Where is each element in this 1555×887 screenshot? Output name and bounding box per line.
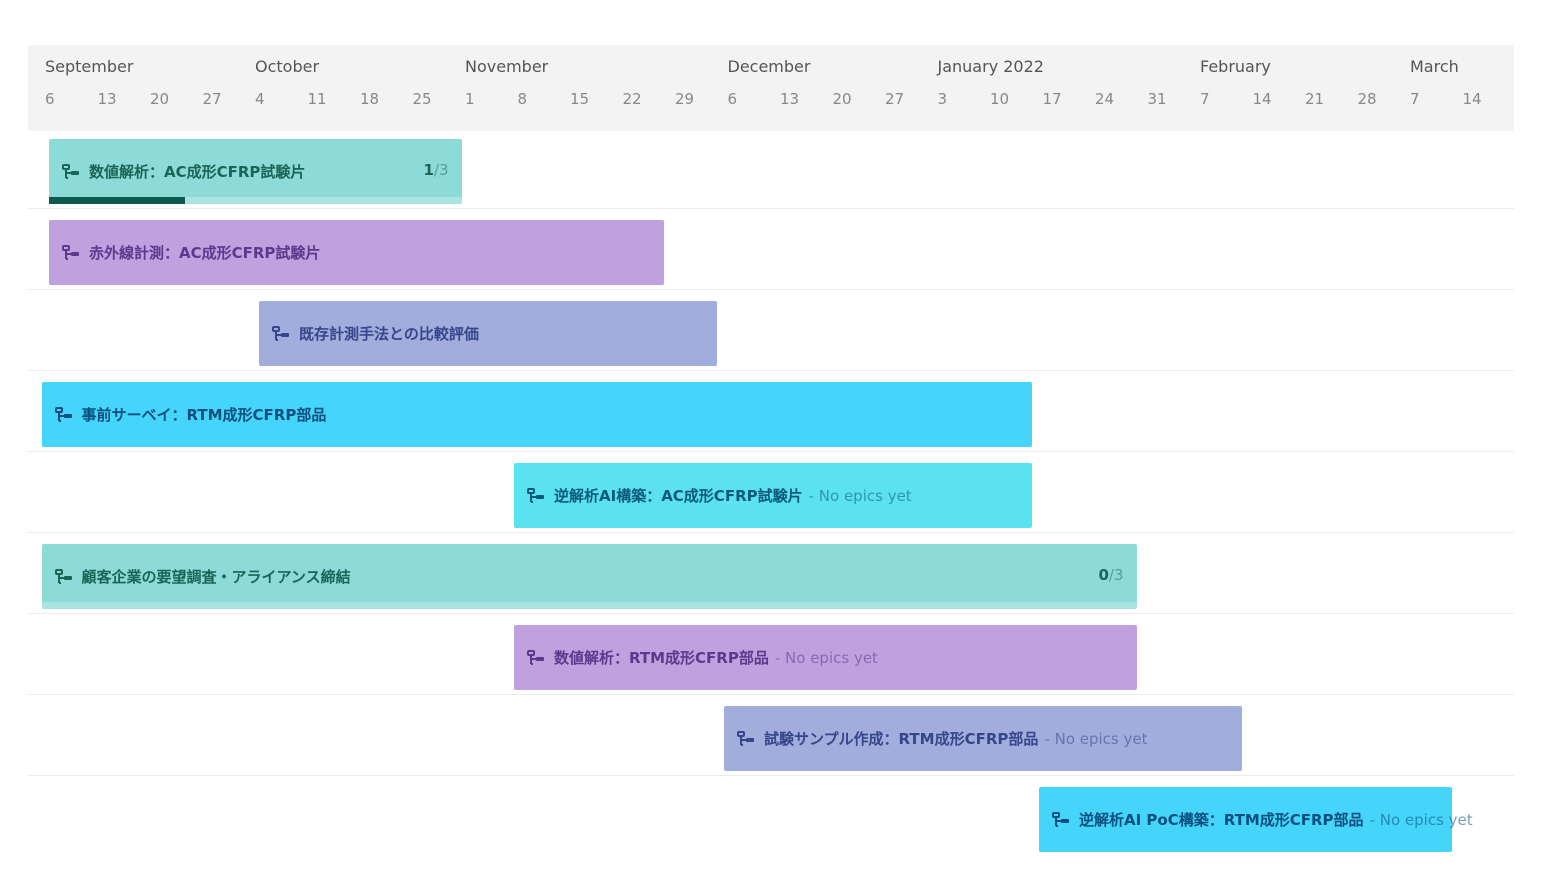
week-tick: 24	[1095, 90, 1115, 108]
epic-count: 0/3	[1098, 566, 1123, 584]
week-tick: 1	[465, 90, 475, 108]
timeline-header: September October November December January …	[28, 45, 1514, 131]
roadmap-bar[interactable]: 試験サンプル作成：RTM成形CFRP部品 - No epics yet	[724, 706, 1242, 771]
roadmap-icon	[737, 730, 754, 746]
roadmap-title: 既存計測手法との比較評価	[299, 325, 479, 343]
week-tick: 25	[412, 90, 432, 108]
week-tick: 28	[1357, 90, 1377, 108]
roadmap-title: 顧客企業の要望調査・アライアンス締結	[81, 568, 351, 586]
roadmap-icon	[54, 568, 72, 584]
done-count: 1	[423, 161, 434, 179]
week-tick: 18	[360, 90, 380, 108]
month-label: January 2022	[937, 57, 1044, 76]
progress-track	[41, 602, 1137, 609]
roadmap-bar[interactable]: 事前サーベイ：RTM成形CFRP部品	[41, 382, 1032, 447]
week-tick: 13	[97, 90, 117, 108]
roadmap-bar[interactable]: 既存計測手法との比較評価	[259, 301, 717, 366]
month-label: November	[465, 57, 549, 76]
week-tick: 7	[1410, 90, 1420, 108]
roadmap-icon	[62, 244, 79, 260]
no-epics-note: - No epics yet	[808, 486, 912, 505]
week-tick: 20	[150, 90, 170, 108]
roadmap-bar[interactable]: 赤外線計測：AC成形CFRP試験片	[49, 220, 664, 285]
week-tick: 10	[990, 90, 1010, 108]
row-divider	[28, 208, 1514, 209]
roadmap-title: 数値解析：AC成形CFRP試験片	[89, 163, 306, 181]
no-epics-note: - No epics yet	[1369, 810, 1473, 829]
roadmap-bar[interactable]: 数値解析：AC成形CFRP試験片 1/3	[49, 139, 462, 204]
week-tick: 27	[202, 90, 222, 108]
roadmap-timeline: September October November December January …	[28, 45, 1514, 887]
roadmap-icon	[1052, 811, 1069, 827]
roadmap-icon	[272, 325, 289, 341]
week-tick: 27	[885, 90, 905, 108]
week-tick: 15	[570, 90, 590, 108]
roadmap-icon	[527, 487, 544, 503]
done-count: 0	[1098, 566, 1109, 584]
roadmap-bar[interactable]: 数値解析：RTM成形CFRP部品 - No epics yet	[514, 625, 1137, 690]
row-divider	[28, 613, 1514, 614]
roadmap-title: 赤外線計測：AC成形CFRP試験片	[89, 244, 321, 262]
row-divider	[28, 775, 1514, 776]
week-tick: 6	[45, 90, 55, 108]
row-divider	[28, 451, 1514, 452]
roadmap-title: 事前サーベイ：RTM成形CFRP部品	[81, 406, 327, 424]
week-tick: 14	[1462, 90, 1482, 108]
week-tick: 20	[832, 90, 852, 108]
roadmap-icon	[54, 406, 72, 422]
roadmap-title: 数値解析：RTM成形CFRP部品	[554, 649, 769, 667]
week-tick: 11	[307, 90, 327, 108]
row-divider	[28, 694, 1514, 695]
row-divider	[28, 532, 1514, 533]
progress-fill	[49, 197, 186, 204]
no-epics-note: - No epics yet	[1044, 729, 1148, 748]
month-label: October	[255, 57, 320, 76]
week-tick: 8	[517, 90, 528, 108]
row-divider	[28, 289, 1514, 290]
month-label: March	[1410, 57, 1459, 76]
roadmap-title: 逆解析AI PoC構築：RTM成形CFRP部品	[1079, 811, 1364, 829]
roadmap-bar[interactable]: 逆解析AI構築：AC成形CFRP試験片 - No epics yet	[514, 463, 1032, 528]
week-tick: 29	[675, 90, 695, 108]
week-tick: 4	[255, 90, 265, 108]
roadmap-title: 試験サンプル作成：RTM成形CFRP部品	[764, 730, 1039, 748]
no-epics-note: - No epics yet	[774, 648, 878, 667]
total-count: /3	[433, 161, 449, 179]
roadmap-title: 逆解析AI構築：AC成形CFRP試験片	[554, 487, 803, 505]
roadmap-bar[interactable]: 逆解析AI PoC構築：RTM成形CFRP部品 - No epics yet	[1039, 787, 1473, 852]
row-divider	[28, 370, 1514, 371]
week-tick: 6	[727, 90, 738, 108]
roadmap-icon	[62, 163, 79, 179]
week-tick: 7	[1200, 90, 1210, 108]
epic-count: 1/3	[423, 161, 448, 179]
roadmap-bar[interactable]: 顧客企業の要望調査・アライアンス締結 0/3	[41, 544, 1137, 609]
week-tick: 3	[937, 90, 948, 108]
total-count: /3	[1108, 566, 1124, 584]
week-tick: 17	[1042, 90, 1062, 108]
week-tick: 22	[622, 90, 642, 108]
week-tick: 31	[1147, 90, 1167, 108]
month-label: December	[727, 57, 811, 76]
week-tick: 14	[1252, 90, 1272, 108]
week-tick: 21	[1305, 90, 1325, 108]
month-label: September	[45, 57, 134, 76]
month-label: February	[1200, 57, 1271, 76]
week-tick: 13	[780, 90, 800, 108]
roadmap-icon	[527, 649, 544, 665]
